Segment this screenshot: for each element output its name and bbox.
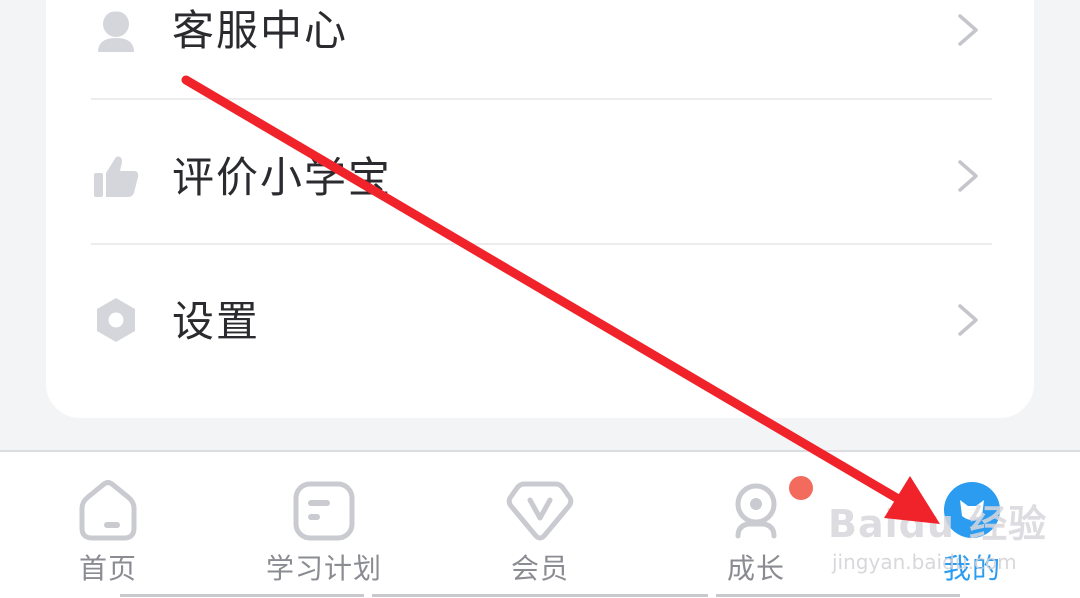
indicator-line (372, 594, 708, 597)
thumbs-up-icon (94, 156, 139, 197)
tab-label: 会员 (510, 552, 569, 585)
menu-item-label: 设置 (172, 297, 261, 346)
menu-item-settings[interactable]: 设置 (46, 245, 1034, 390)
watermark-url: jingyan.baidu.com (832, 550, 1017, 574)
chevron-right-icon (958, 14, 978, 46)
headset-icon (98, 8, 134, 52)
screen: 客服中心 评价小学宝 设置 首页 学习计划 会员 成长 我的 Baidu 经验 … (0, 0, 1080, 598)
chevron-right-icon (958, 160, 978, 192)
menu-item-customer-service[interactable]: 客服中心 (46, 0, 1034, 100)
indicator-line (716, 594, 960, 597)
vip-icon (506, 481, 574, 541)
watermark-logo: Baidu 经验 (828, 502, 1048, 546)
menu-item-rate-app[interactable]: 评价小学宝 (46, 100, 1034, 245)
menu-item-label: 客服中心 (172, 6, 349, 55)
chevron-right-icon (958, 304, 978, 336)
tab-label: 学习计划 (265, 552, 382, 585)
indicator-line (120, 594, 364, 597)
tab-study-plan[interactable]: 学习计划 (254, 452, 394, 598)
menu-card: 客服中心 评价小学宝 设置 (46, 0, 1034, 418)
tab-label: 首页 (78, 552, 137, 585)
study-plan-icon (293, 481, 355, 541)
home-icon (79, 480, 137, 541)
menu-item-label: 评价小学宝 (172, 153, 393, 202)
settings-icon (97, 298, 135, 342)
tab-growth[interactable]: 成长 (686, 452, 826, 598)
tab-vip[interactable]: 会员 (470, 452, 610, 598)
tab-label: 成长 (726, 552, 785, 585)
growth-icon (735, 483, 777, 539)
baidu-watermark: Baidu 经验 jingyan.baidu.com (826, 496, 1046, 586)
notification-badge (789, 476, 813, 500)
tab-home[interactable]: 首页 (38, 452, 178, 598)
